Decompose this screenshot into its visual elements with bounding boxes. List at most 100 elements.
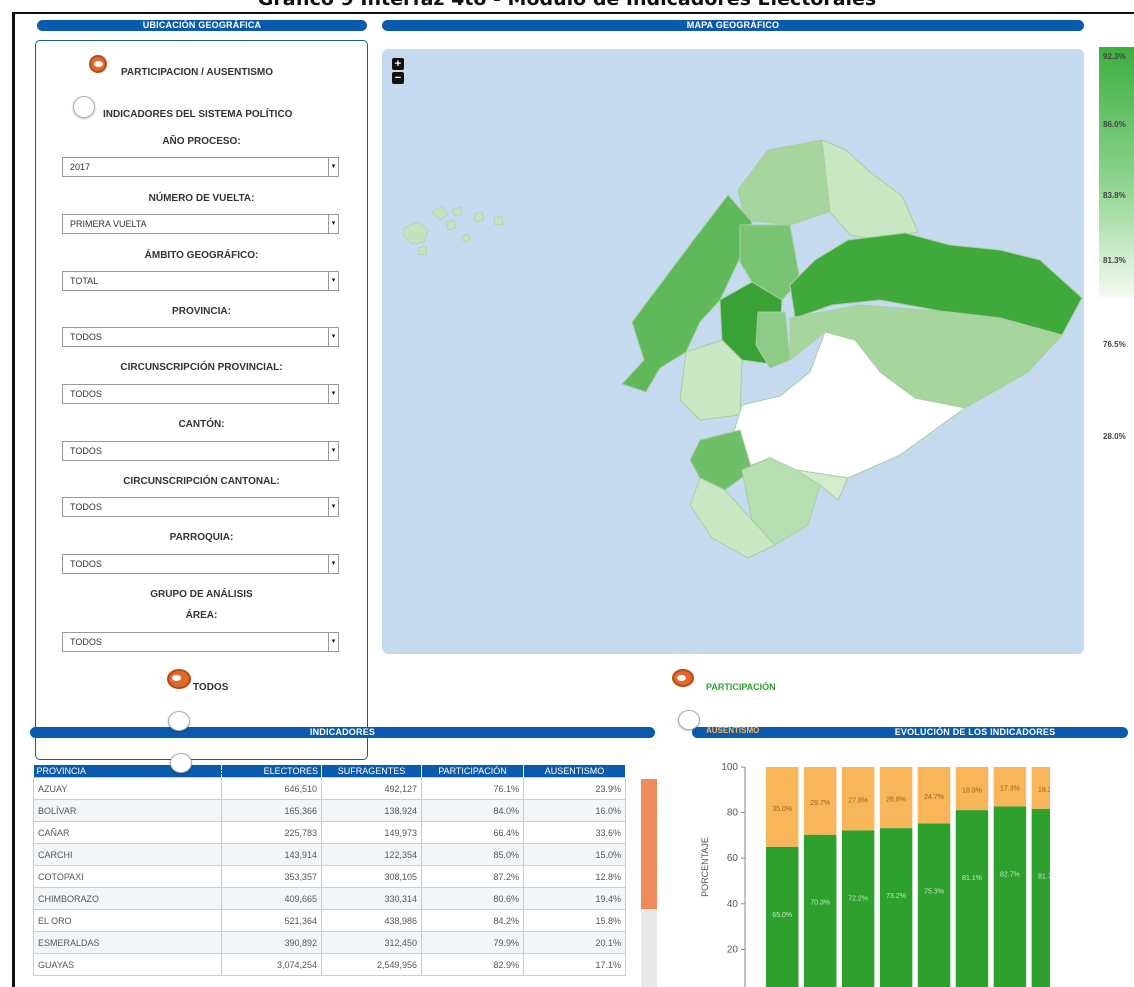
prov-circ-select[interactable]: TODOS ▾ <box>62 384 339 404</box>
area-label: ÁREA: <box>185 610 218 621</box>
col-voters[interactable]: SUFRAGENTES <box>321 765 422 778</box>
table-header-row: PROVINCIA ELECTORES SUFRAGENTES PARTICIP… <box>33 765 626 778</box>
table-cell: 12.8% <box>523 865 626 888</box>
participation-bar <box>993 806 1027 987</box>
table-row[interactable]: CAÑAR 225,783 149,973 66.4% 33.6% <box>33 821 626 844</box>
table-row[interactable]: ESMERALDAS 390,892 312,450 79.9% 20.1% <box>33 931 626 954</box>
zoom-in-button[interactable]: + <box>392 58 404 70</box>
table-cell: 20.1% <box>523 931 626 954</box>
mode-political-radio[interactable] <box>73 96 95 118</box>
table-cell: 84.0% <box>421 799 524 822</box>
indicators-section-header: INDICADORES <box>30 727 655 738</box>
table-cell: 3,074,254 <box>221 953 322 976</box>
gender-men-radio[interactable] <box>168 711 190 731</box>
table-cell: CAÑAR <box>33 821 222 844</box>
geographic-map[interactable]: + − <box>382 49 1084 654</box>
participation-bar <box>1031 808 1050 987</box>
table-cell: 353,357 <box>221 865 322 888</box>
table-cell: 76.1% <box>421 777 524 800</box>
table-cell: COTOPAXI <box>33 865 222 888</box>
gender-all-radio[interactable] <box>167 669 191 689</box>
filter-scope-label: ÁMBITO GEOGRÁFICO: <box>144 250 259 261</box>
table-row[interactable]: AZUAY 646,510 492,127 76.1% 23.9% <box>33 777 626 800</box>
legend-tick-1: 92.3% <box>1103 52 1126 61</box>
gender-men-label: HOMBRES <box>196 726 237 735</box>
indicators-table: PROVINCIA ELECTORES SUFRAGENTES PARTICIP… <box>33 765 626 976</box>
absenteeism-bar-label: 17.3% <box>1000 786 1020 793</box>
absenteeism-bar-label: 27.8% <box>848 798 868 805</box>
table-cell: 312,450 <box>321 931 422 954</box>
chevron-down-icon: ▾ <box>328 272 338 290</box>
table-cell: 492,127 <box>321 777 422 800</box>
table-scroll-thumb[interactable] <box>641 779 657 909</box>
participation-bar-label: 81.1% <box>962 875 982 882</box>
absenteeism-bar-label: 18.9% <box>962 788 982 795</box>
table-cell: 17.1% <box>523 953 626 976</box>
province-map-svg <box>403 139 1083 559</box>
col-absenteeism[interactable]: AUSENTISMO <box>523 765 626 778</box>
absenteeism-bar-label: 29.7% <box>810 800 830 807</box>
province-select[interactable]: TODOS ▾ <box>62 327 339 347</box>
participation-bar-label: 75.3% <box>924 888 944 895</box>
participation-bar-label: 73.2% <box>886 893 906 900</box>
mode-participation-label: PARTICIPACION / AUSENTISMO <box>121 67 274 78</box>
canton-select[interactable]: TODOS ▾ <box>62 441 339 461</box>
table-cell: 85.0% <box>421 843 524 866</box>
col-province[interactable]: PROVINCIA <box>33 765 222 778</box>
absenteeism-bar-label: 24.7% <box>924 794 944 801</box>
participation-bar <box>803 834 837 987</box>
indicator-absenteeism-label: AUSENTISMO <box>706 726 760 735</box>
table-cell: 149,973 <box>321 821 422 844</box>
indicator-absenteeism-radio[interactable] <box>678 710 700 730</box>
scope-select-value: TOTAL <box>70 276 99 286</box>
table-row[interactable]: COTOPAXI 353,357 308,105 87.2% 12.8% <box>33 865 626 888</box>
chevron-down-icon: ▾ <box>328 498 338 516</box>
filter-canton-circ-label: CIRCUNSCRIPCIÓN CANTONAL: <box>123 476 280 487</box>
filter-prov-circ-label: CIRCUNSCRIPCIÓN PROVINCIAL: <box>120 362 283 373</box>
chevron-down-icon: ▾ <box>328 158 338 176</box>
table-row[interactable]: BOLÍVAR 165,366 138,924 84.0% 16.0% <box>33 799 626 822</box>
filter-canton-label: CANTÓN: <box>178 419 225 430</box>
table-cell: 79.9% <box>421 931 524 954</box>
table-cell: AZUAY <box>33 777 222 800</box>
table-scrollbar[interactable] <box>641 779 657 987</box>
table-row[interactable]: CARCHI 143,914 122,354 85.0% 15.0% <box>33 843 626 866</box>
location-section-header: UBICACIÓN GEOGRÁFICA <box>37 20 367 31</box>
participation-bar-label: 82.7% <box>1000 871 1020 878</box>
gender-women-label: MUJERES <box>196 769 235 778</box>
table-cell: 330,314 <box>321 887 422 910</box>
area-select-value: TODOS <box>70 637 102 647</box>
province-select-value: TODOS <box>70 332 102 342</box>
participation-bar-label: 65.0% <box>772 912 792 919</box>
table-cell: 138,924 <box>321 799 422 822</box>
mode-participation-radio[interactable] <box>89 55 107 73</box>
col-electors[interactable]: ELECTORES <box>221 765 322 778</box>
absenteeism-bar-label: 26.8% <box>886 797 906 804</box>
table-cell: 23.9% <box>523 777 626 800</box>
table-cell: 143,914 <box>221 843 322 866</box>
gender-women-radio[interactable] <box>170 753 192 773</box>
map-section-header: MAPA GEOGRÁFICO <box>382 20 1084 31</box>
table-row[interactable]: GUAYAS 3,074,254 2,549,956 82.9% 17.1% <box>33 953 626 976</box>
table-cell: 2,549,956 <box>321 953 422 976</box>
col-participation[interactable]: PARTICIPACIÓN <box>421 765 524 778</box>
year-select[interactable]: 2017 ▾ <box>62 157 339 177</box>
participation-bar <box>917 823 951 987</box>
legend-tick-5: 76.5% <box>1103 340 1126 349</box>
participation-bar <box>955 810 989 987</box>
indicator-participation-radio[interactable] <box>672 669 694 687</box>
parish-select[interactable]: TODOS ▾ <box>62 554 339 574</box>
canton-select-value: TODOS <box>70 446 102 456</box>
table-row[interactable]: EL ORO 521,364 438,986 84.2% 15.8% <box>33 909 626 932</box>
y-axis-title: PORCENTAJE <box>700 837 710 897</box>
chevron-down-icon: ▾ <box>328 385 338 403</box>
round-select[interactable]: PRIMERA VUELTA ▾ <box>62 214 339 234</box>
table-cell: BOLÍVAR <box>33 799 222 822</box>
table-cell: EL ORO <box>33 909 222 932</box>
scope-select[interactable]: TOTAL ▾ <box>62 271 339 291</box>
canton-circ-select[interactable]: TODOS ▾ <box>62 497 339 517</box>
area-select[interactable]: TODOS ▾ <box>62 632 339 652</box>
zoom-out-button[interactable]: − <box>392 72 404 84</box>
table-row[interactable]: CHIMBORAZO 409,665 330,314 80.6% 19.4% <box>33 887 626 910</box>
evolution-chart: 020406080100PORCENTAJE65.0%35.0%70.3%29.… <box>700 762 1050 987</box>
